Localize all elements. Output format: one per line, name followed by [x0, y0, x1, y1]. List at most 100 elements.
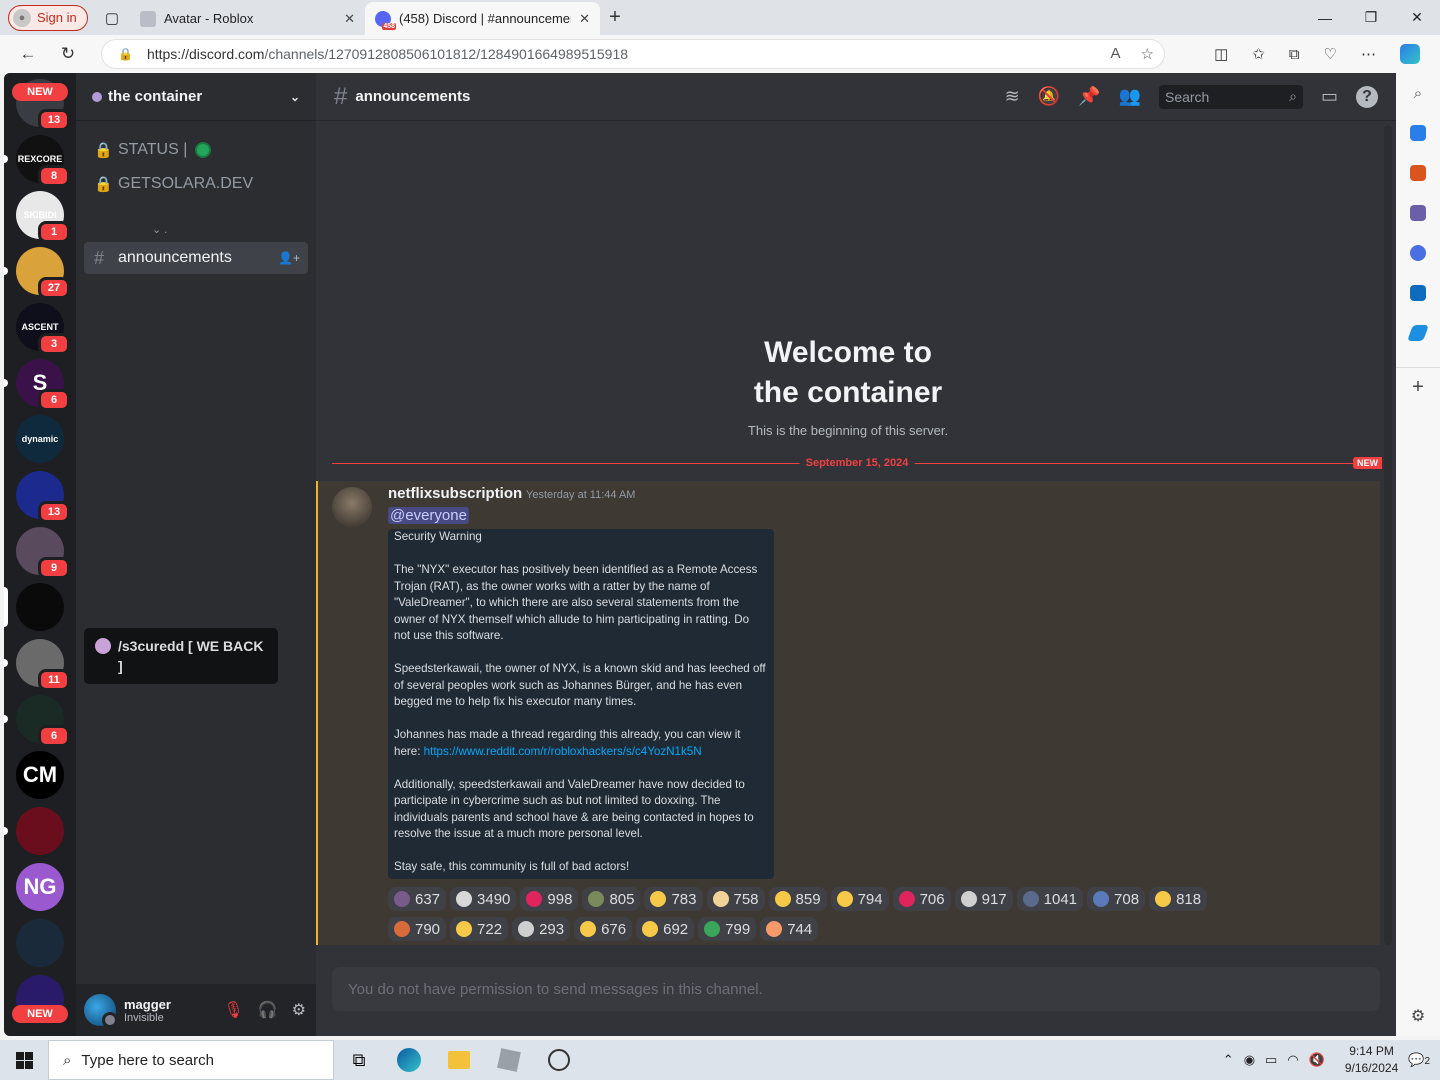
reaction-skull-totem[interactable]: 637 — [388, 887, 447, 911]
copilot-icon[interactable] — [1400, 44, 1420, 64]
avatar[interactable] — [84, 994, 118, 1028]
server-icon[interactable]: 9 — [16, 527, 70, 579]
notification-muted-icon[interactable]: 🔕 — [1038, 86, 1060, 107]
new-tab-button[interactable]: + — [600, 6, 630, 29]
close-tab-icon[interactable]: ✕ — [344, 11, 355, 27]
channel-announcements[interactable]: # announcements 👤+ — [84, 242, 308, 274]
sidebar-search-icon[interactable]: ⌕ — [1396, 73, 1440, 113]
reaction-check-mark[interactable]: 799 — [698, 917, 757, 941]
roblox-studio-icon[interactable] — [534, 1040, 584, 1080]
reaction-turtle[interactable]: 805 — [582, 887, 641, 911]
battery-icon[interactable]: ▭ — [1265, 1052, 1277, 1068]
reaction-face-laughing[interactable]: 818 — [1149, 887, 1208, 911]
server-icon[interactable]: REXCORE 8 — [16, 135, 70, 187]
games-icon[interactable] — [1396, 193, 1440, 233]
server-header[interactable]: the container ⌄ — [76, 73, 316, 121]
edge-browser-icon[interactable] — [384, 1040, 434, 1080]
reaction-heart-broken[interactable]: 998 — [520, 887, 579, 911]
task-view-icon[interactable]: ⧉ — [334, 1040, 384, 1080]
clock[interactable]: 9:14 PM 9/16/2024 — [1345, 1043, 1398, 1077]
reaction-hundred[interactable]: 706 — [892, 887, 951, 911]
server-icon[interactable] — [16, 807, 64, 855]
lock-icon[interactable]: 🔒 — [118, 47, 133, 61]
scrollbar[interactable] — [1384, 125, 1392, 945]
server-icon[interactable]: SKIBIDI 1 — [16, 191, 70, 243]
back-arrow-icon[interactable]: ← — [8, 35, 48, 73]
shopping-tag-icon[interactable] — [1396, 113, 1440, 153]
reaction-face-grimace[interactable]: 722 — [450, 917, 509, 941]
taskbar-search-input[interactable]: ⌕ Type here to search — [48, 1040, 334, 1080]
headphones-icon[interactable]: 🎧 — [258, 1000, 278, 1020]
close-window-icon[interactable]: ✕ — [1394, 0, 1440, 35]
server-icon[interactable]: S6 — [16, 359, 70, 411]
microsoft-365-icon[interactable] — [1396, 233, 1440, 273]
favorite-star-icon[interactable]: ☆ — [1141, 45, 1154, 63]
new-pill[interactable]: NEW — [12, 83, 68, 101]
server-icon[interactable]: NG — [16, 863, 64, 911]
channel-getsolara[interactable]: 🔒 GETSOLARA.DEV — [84, 168, 308, 200]
server-icon[interactable]: dynamic — [16, 415, 64, 463]
add-sidebar-app-icon[interactable]: + — [1396, 367, 1440, 407]
message-composer[interactable]: You do not have permission to send messa… — [332, 967, 1380, 1011]
collections-icon[interactable]: ⧉ — [1289, 46, 1300, 63]
gear-icon[interactable]: ⚙ — [292, 1000, 306, 1020]
channel-status[interactable]: 🔒 STATUS | — [84, 134, 308, 166]
chevron-down-icon[interactable]: ⌄ — [290, 90, 300, 104]
reaction-car[interactable]: 917 — [954, 887, 1013, 911]
microphone-muted-icon[interactable]: 🎙 — [223, 1000, 243, 1020]
inbox-icon[interactable]: ▭ — [1321, 86, 1338, 107]
notifications-icon[interactable]: 💬2 — [1408, 1052, 1430, 1068]
favorites-icon[interactable]: ✩ — [1252, 45, 1265, 63]
browser-essentials-icon[interactable]: ♡ — [1324, 45, 1337, 63]
collapsed-category[interactable]: ⌄ . — [152, 223, 167, 236]
reaction-clinking-glasses[interactable]: 758 — [706, 887, 765, 911]
server-icon[interactable]: ASCENT 3 — [16, 303, 70, 355]
pin-icon[interactable]: 📌 — [1078, 86, 1100, 107]
search-input[interactable]: Search ⌕ — [1158, 84, 1303, 109]
restore-icon[interactable]: ❐ — [1348, 0, 1394, 35]
reaction-face-crying[interactable]: 859 — [768, 887, 827, 911]
reaction-face-surprised[interactable]: 676 — [574, 917, 633, 941]
invite-icon[interactable]: 👤+ — [278, 251, 300, 265]
volume-muted-icon[interactable]: 🔇 — [1309, 1052, 1325, 1068]
sidebar-settings-icon[interactable]: ⚙ — [1396, 996, 1440, 1036]
reaction-car-dark[interactable]: 1041 — [1016, 887, 1084, 911]
roblox-app-icon[interactable] — [484, 1040, 534, 1080]
reddit-link[interactable]: https://www.reddit.com/r/robloxhackers/s… — [424, 745, 702, 758]
member-list-icon[interactable]: 👥 — [1119, 86, 1141, 107]
server-icon[interactable]: 11 — [16, 639, 70, 691]
server-icon[interactable]: CM — [16, 751, 64, 799]
reaction-mushroom[interactable]: 790 — [388, 917, 447, 941]
url-field[interactable]: 🔒 https://discord.com/channels/127091280… — [101, 39, 1165, 69]
reaction-peach[interactable]: 744 — [760, 917, 819, 941]
reaction-skull-crossbones[interactable]: 293 — [512, 917, 571, 941]
send-icon[interactable] — [1396, 313, 1440, 353]
browser-tab-roblox[interactable]: Avatar - Roblox ✕ — [130, 2, 365, 35]
close-tab-icon[interactable]: ✕ — [579, 11, 590, 27]
refresh-icon[interactable]: ↻ — [48, 35, 88, 73]
sign-in-button[interactable]: ● Sign in — [8, 4, 88, 31]
wifi-icon[interactable]: ◠ — [1287, 1052, 1298, 1068]
server-icon[interactable]: 13 — [16, 471, 70, 523]
file-explorer-icon[interactable] — [434, 1040, 484, 1080]
outlook-icon[interactable] — [1396, 273, 1440, 313]
avatar[interactable] — [332, 487, 372, 527]
help-icon[interactable]: ? — [1356, 85, 1378, 108]
server-icon[interactable] — [16, 583, 64, 631]
server-icon[interactable]: 27 — [16, 247, 70, 299]
everyone-mention[interactable]: @everyone — [388, 507, 469, 524]
threads-icon[interactable]: ≋ — [1005, 86, 1020, 107]
chevron-up-icon[interactable]: ⌃ — [1223, 1052, 1234, 1068]
tools-briefcase-icon[interactable] — [1396, 153, 1440, 193]
reaction-thumbs-up[interactable]: 794 — [830, 887, 889, 911]
reaction-face-thinking[interactable]: 783 — [644, 887, 703, 911]
tab-actions-icon[interactable]: ▢ — [94, 0, 130, 35]
server-icon[interactable] — [16, 919, 64, 967]
read-aloud-icon[interactable]: A — [1111, 45, 1121, 63]
new-pill[interactable]: NEW — [12, 1005, 68, 1023]
browser-tab-discord[interactable]: (458) Discord | #announcements | the con… — [365, 2, 600, 35]
split-screen-icon[interactable]: ◫ — [1214, 45, 1228, 63]
meet-now-icon[interactable]: ◉ — [1244, 1052, 1255, 1068]
start-windows-icon[interactable] — [0, 1040, 48, 1080]
message-author[interactable]: netflixsubscription — [388, 485, 522, 502]
